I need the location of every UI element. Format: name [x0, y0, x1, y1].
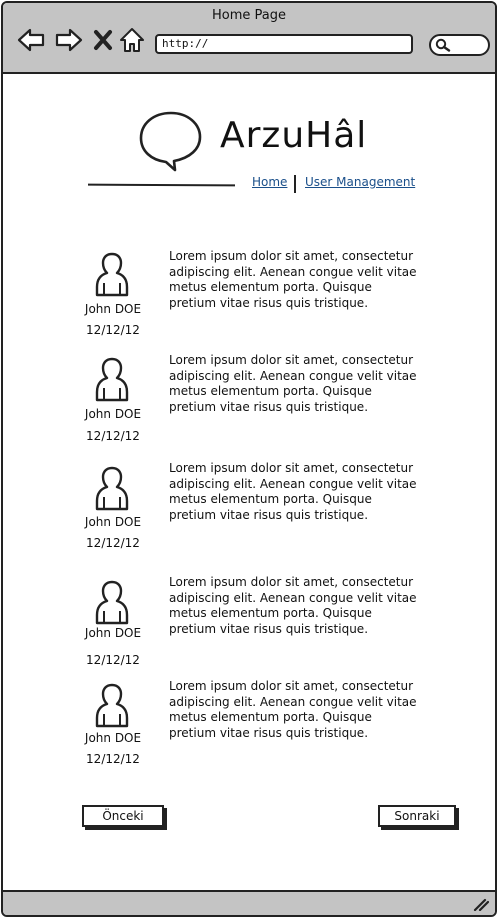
post-text: Lorem ipsum dolor sit amet, consectetur …	[169, 679, 417, 740]
search-icon	[435, 38, 451, 52]
back-arrow-icon[interactable]	[17, 27, 45, 53]
browser-search-input[interactable]	[429, 34, 490, 56]
user-avatar-icon	[93, 465, 131, 511]
user-avatar-icon	[93, 251, 131, 297]
browser-window: Home Page http:// ArzuHâl Home User Mana…	[1, 1, 497, 917]
address-bar[interactable]: http://	[155, 34, 413, 54]
home-icon[interactable]	[119, 27, 145, 53]
browser-titlebar: Home Page http://	[3, 3, 495, 74]
post-author: John DOE	[84, 515, 142, 529]
nav-separator	[294, 175, 296, 193]
post-author: John DOE	[84, 626, 142, 640]
browser-statusbar	[3, 890, 495, 915]
post-text: Lorem ipsum dolor sit amet, consectetur …	[169, 461, 417, 522]
next-page-button[interactable]: Sonraki	[378, 805, 456, 827]
post-date: 12/12/12	[86, 536, 140, 550]
post-item: John DOE 12/12/12 Lorem ipsum dolor sit …	[3, 353, 495, 453]
window-title: Home Page	[212, 8, 286, 23]
post-author: John DOE	[84, 302, 142, 316]
app-title: ArzuHâl	[220, 115, 368, 156]
post-date: 12/12/12	[86, 323, 140, 337]
post-date: 12/12/12	[86, 429, 140, 443]
user-avatar-icon	[93, 579, 131, 625]
resize-grip-icon[interactable]	[473, 897, 489, 911]
nav-link-home[interactable]: Home	[252, 175, 287, 189]
speech-bubble-icon	[138, 109, 204, 173]
post-text: Lorem ipsum dolor sit amet, consectetur …	[169, 249, 417, 310]
post-item: John DOE 12/12/12 Lorem ipsum dolor sit …	[3, 249, 495, 349]
post-item: John DOE 12/12/12 Lorem ipsum dolor sit …	[3, 461, 495, 561]
post-date: 12/12/12	[86, 752, 140, 766]
post-item: John DOE 12/12/12 Lorem ipsum dolor sit …	[3, 575, 495, 675]
post-author: John DOE	[84, 407, 142, 421]
post-author: John DOE	[84, 731, 142, 745]
close-x-icon[interactable]	[91, 27, 115, 53]
previous-page-button[interactable]: Önceki	[82, 805, 164, 827]
post-text: Lorem ipsum dolor sit amet, consectetur …	[169, 575, 417, 636]
nav-link-user-management[interactable]: User Management	[305, 175, 415, 189]
user-avatar-icon	[93, 356, 131, 402]
forward-arrow-icon[interactable]	[55, 27, 83, 53]
header-divider	[87, 183, 236, 187]
post-text: Lorem ipsum dolor sit amet, consectetur …	[169, 353, 417, 414]
user-avatar-icon	[93, 682, 131, 728]
post-item: John DOE 12/12/12 Lorem ipsum dolor sit …	[3, 679, 495, 779]
post-date: 12/12/12	[86, 653, 140, 667]
